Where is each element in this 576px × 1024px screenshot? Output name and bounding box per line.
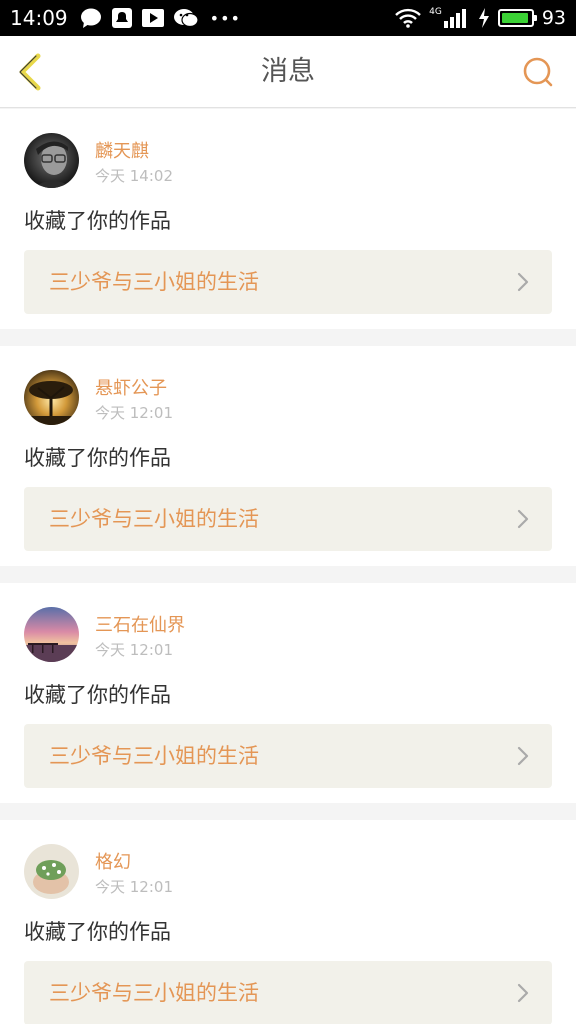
message-text: 收藏了你的作品: [24, 209, 171, 233]
message-card: 悬虾公子 今天 12:01 收藏了你的作品 三少爷与三小姐的生活: [0, 346, 576, 566]
wifi-icon: [395, 8, 421, 28]
message-text: 收藏了你的作品: [24, 446, 171, 470]
message-text: 收藏了你的作品: [24, 920, 171, 944]
user-name[interactable]: 麟天麒: [95, 137, 149, 163]
user-name[interactable]: 三石在仙界: [95, 611, 185, 637]
video-icon: [141, 8, 164, 28]
message-time: 今天 12:01: [95, 404, 173, 422]
wechat-icon: [173, 8, 198, 28]
chevron-right-icon: [517, 509, 529, 529]
nav-bar: 消息: [0, 36, 576, 108]
message-card: 麟天麒 今天 14:02 收藏了你的作品 三少爷与三小姐的生活: [0, 109, 576, 329]
avatar[interactable]: [24, 607, 79, 662]
search-icon: [523, 57, 553, 87]
work-title: 三少爷与三小姐的生活: [49, 981, 259, 1005]
battery-fill: [501, 13, 528, 23]
message-time: 今天 12:01: [95, 878, 173, 896]
status-time: 14:09: [10, 6, 68, 30]
work-link[interactable]: 三少爷与三小姐的生活: [24, 487, 552, 551]
status-bar: 14:09 ••• 4G 93: [0, 0, 576, 36]
work-link[interactable]: 三少爷与三小姐的生活: [24, 961, 552, 1024]
charging-icon: [478, 8, 490, 28]
notification-icon: [111, 8, 132, 28]
avatar[interactable]: [24, 844, 79, 899]
message-text: 收藏了你的作品: [24, 683, 171, 707]
chevron-right-icon: [517, 272, 529, 292]
user-name[interactable]: 悬虾公子: [95, 374, 167, 400]
message-card: 三石在仙界 今天 12:01 收藏了你的作品 三少爷与三小姐的生活: [0, 583, 576, 803]
chevron-right-icon: [517, 746, 529, 766]
page-title: 消息: [261, 56, 315, 87]
work-link[interactable]: 三少爷与三小姐的生活: [24, 250, 552, 314]
work-title: 三少爷与三小姐的生活: [49, 744, 259, 768]
network-type: 4G: [429, 7, 442, 17]
battery-icon: [497, 9, 537, 27]
message-time: 今天 14:02: [95, 167, 173, 185]
battery-percent: 93: [541, 7, 566, 29]
work-title: 三少爷与三小姐的生活: [49, 507, 259, 531]
more-dots-icon: •••: [209, 8, 241, 28]
message-card: 格幻 今天 12:01 收藏了你的作品 三少爷与三小姐的生活: [0, 820, 576, 1024]
chevron-right-icon: [517, 983, 529, 1003]
signal-icon: [443, 8, 470, 28]
avatar[interactable]: [24, 370, 79, 425]
search-button[interactable]: [522, 56, 554, 88]
user-name[interactable]: 格幻: [95, 848, 131, 874]
message-list: 麟天麒 今天 14:02 收藏了你的作品 三少爷与三小姐的生活 悬虾公子 今天 …: [0, 109, 576, 1024]
avatar[interactable]: [24, 133, 79, 188]
chat-bubble-icon: [80, 7, 102, 29]
work-title: 三少爷与三小姐的生活: [49, 270, 259, 294]
work-link[interactable]: 三少爷与三小姐的生活: [24, 724, 552, 788]
message-time: 今天 12:01: [95, 641, 173, 659]
